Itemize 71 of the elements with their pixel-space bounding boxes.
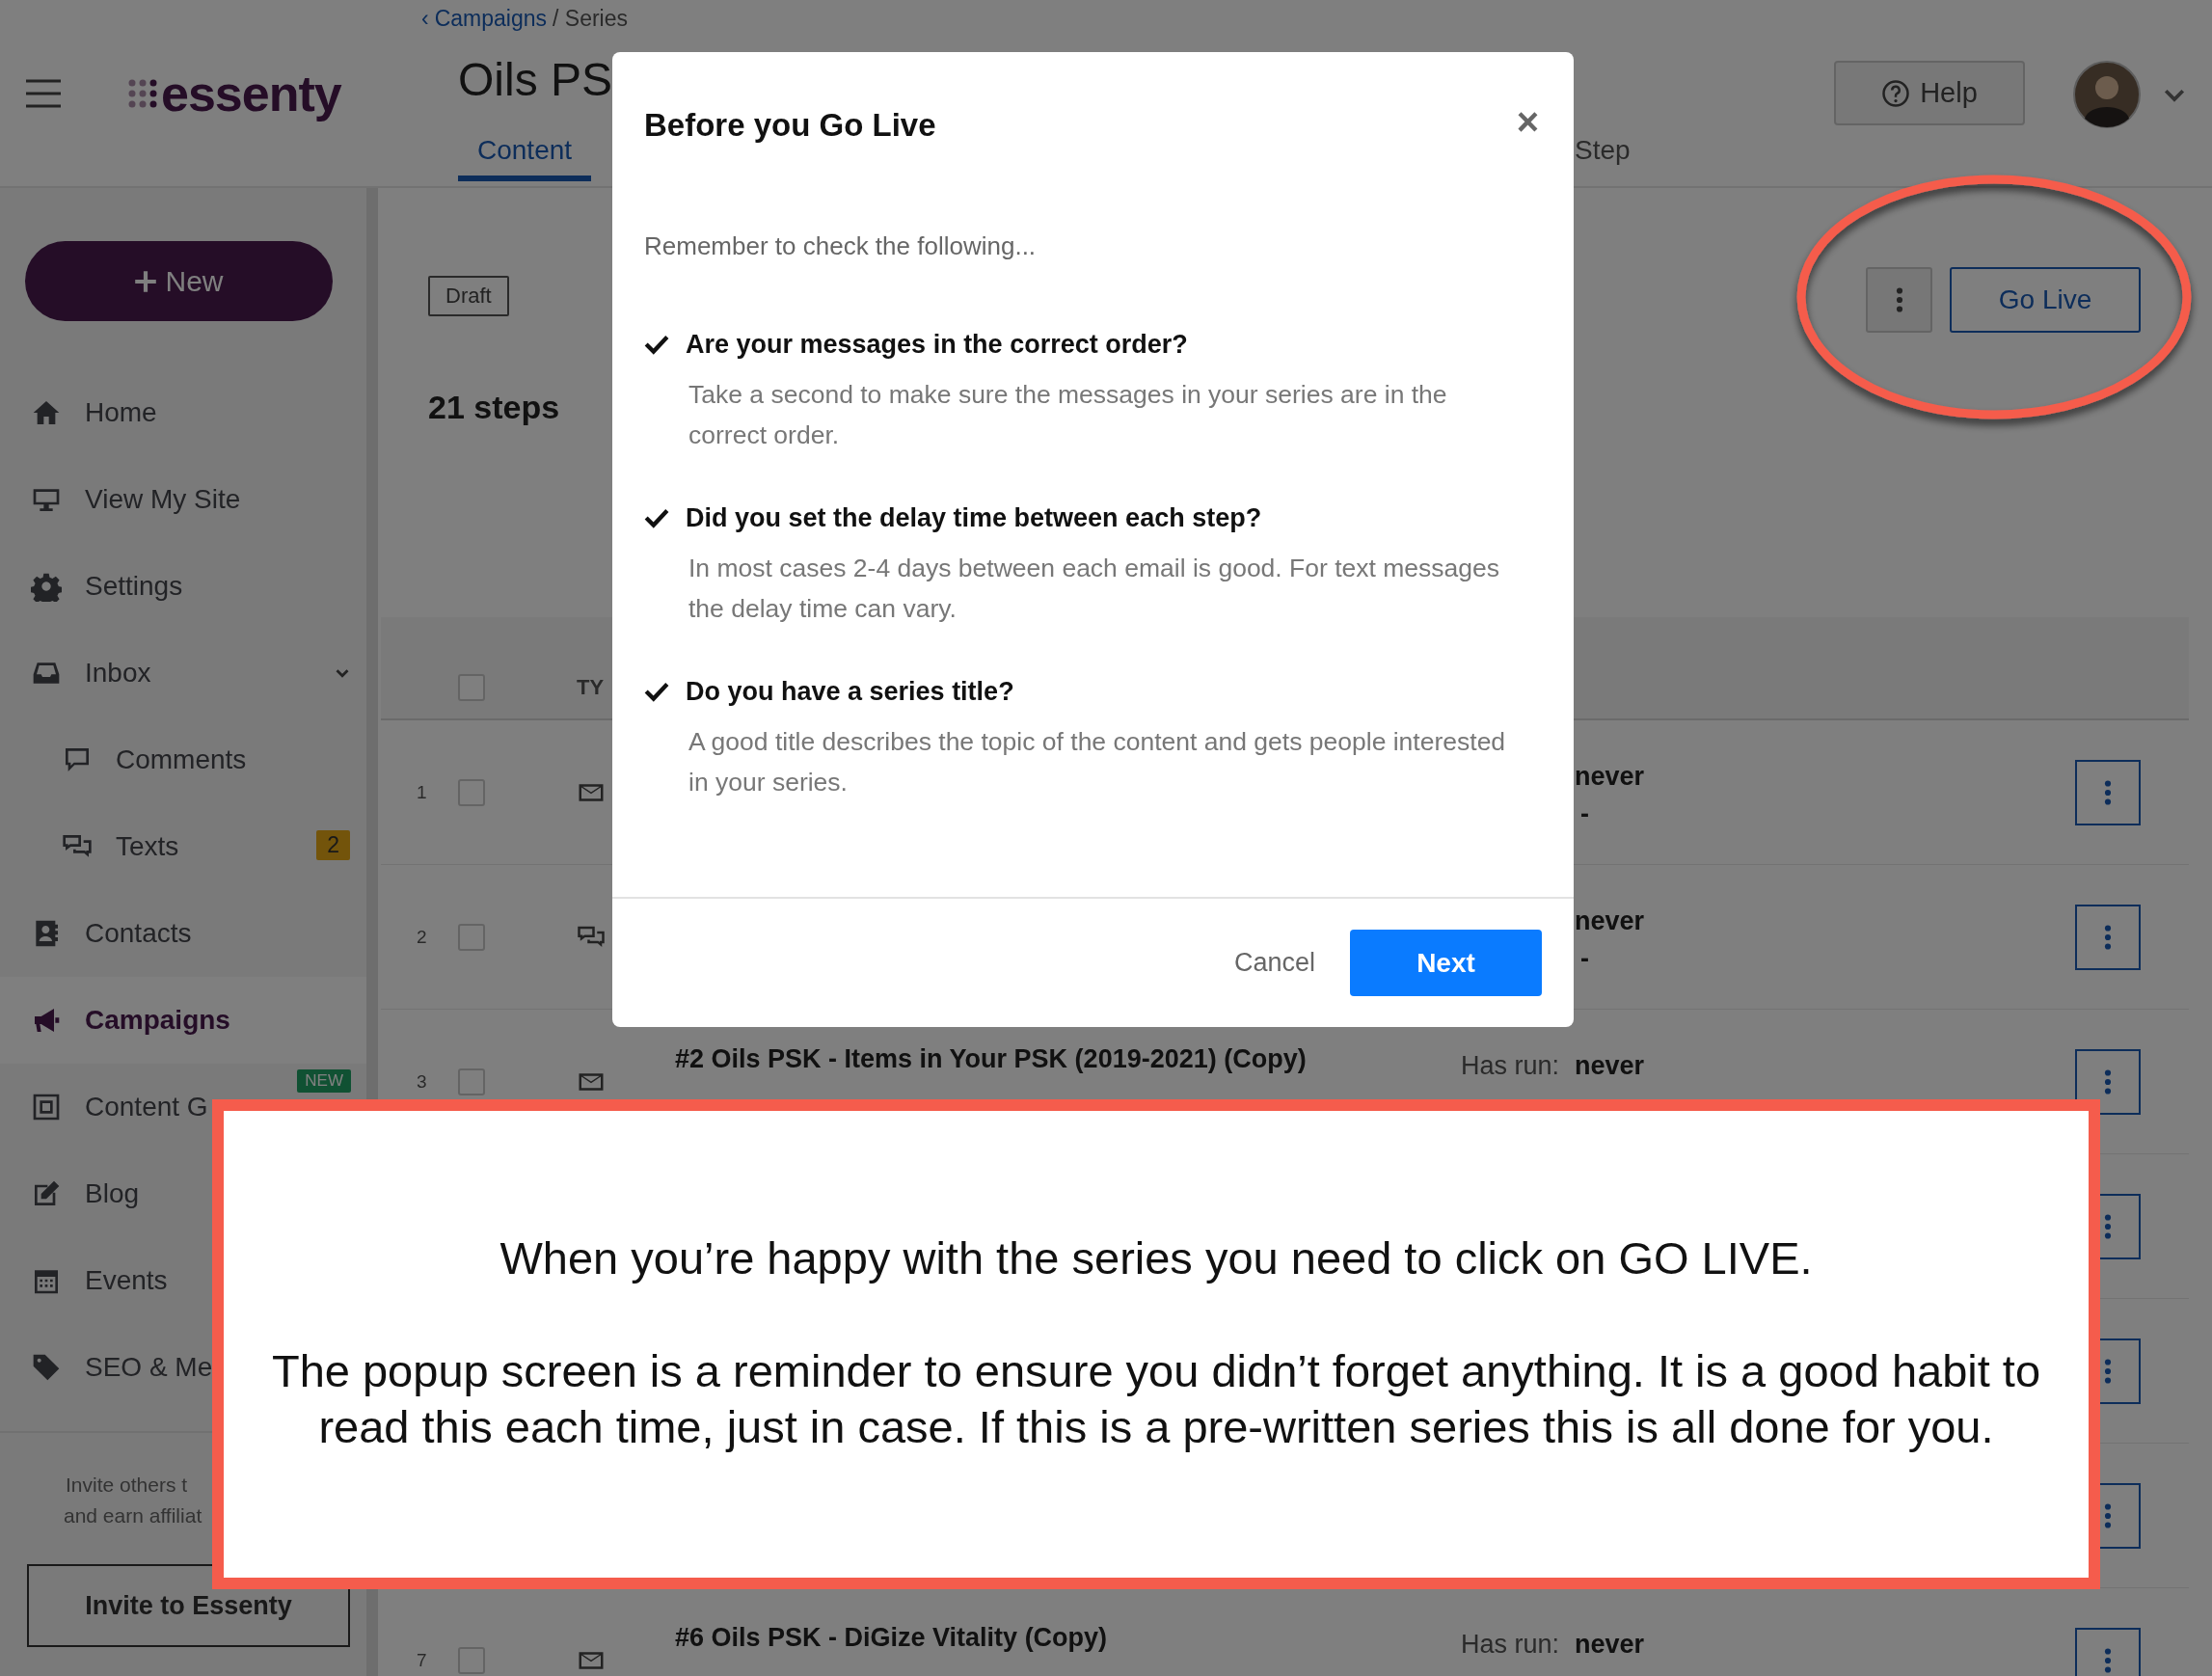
help-button[interactable]: Help bbox=[1834, 61, 2025, 125]
kebab-icon bbox=[2104, 1068, 2112, 1095]
next-button[interactable]: Next bbox=[1350, 930, 1542, 996]
status-tag: Draft bbox=[428, 276, 509, 316]
intro-text: Remember to check the following... bbox=[644, 230, 1038, 262]
invite-text: and earn affiliat bbox=[63, 1503, 203, 1528]
breadcrumb-current: / Series bbox=[553, 6, 628, 32]
run-value: never bbox=[1575, 906, 1645, 936]
checkbox[interactable] bbox=[458, 778, 485, 806]
cancel-button[interactable]: Cancel bbox=[1227, 947, 1321, 979]
gear-icon bbox=[31, 571, 62, 602]
new-button[interactable]: New bbox=[25, 241, 333, 321]
checkbox[interactable] bbox=[458, 1646, 485, 1674]
go-live-button[interactable]: Go Live bbox=[1950, 267, 2141, 333]
kebab-icon bbox=[2104, 779, 2112, 805]
row-number: 3 bbox=[417, 1070, 427, 1092]
step-title[interactable]: #2 Oils PSK - Items in Your PSK (2019-2021) (Copy) bbox=[675, 1044, 1307, 1073]
breadcrumb-link[interactable]: Campaigns bbox=[434, 6, 547, 32]
sidebar-item[interactable]: Settings bbox=[0, 543, 366, 630]
help-icon bbox=[1881, 78, 1911, 108]
avatar[interactable] bbox=[2073, 61, 2141, 128]
logo[interactable]: essenty bbox=[161, 64, 341, 122]
kebab-icon bbox=[2104, 1358, 2112, 1384]
kebab-icon bbox=[2104, 1213, 2112, 1239]
sidebar-item[interactable]: Home bbox=[0, 369, 366, 456]
checklist-description: A good title describes the topic of the content and gets people interested in your series. bbox=[688, 726, 1507, 798]
step-title[interactable]: #6 Oils PSK - DiGize Vitality (Copy) bbox=[675, 1623, 1108, 1652]
column-header: TY bbox=[577, 674, 605, 700]
close-button[interactable]: × bbox=[1516, 102, 1539, 141]
checklist-description: Take a second to make sure the messages in your series are in the correct order. bbox=[688, 379, 1448, 451]
run-value: never bbox=[1575, 1051, 1645, 1081]
kebab-icon bbox=[2104, 924, 2112, 950]
checkbox[interactable] bbox=[458, 1068, 485, 1095]
menu-icon[interactable] bbox=[26, 78, 61, 108]
tab[interactable]: Content bbox=[458, 135, 592, 181]
dot-grid-icon bbox=[128, 78, 157, 108]
checklist-title: Are your messages in the correct order? bbox=[686, 329, 1188, 360]
kebab-icon bbox=[1895, 287, 1903, 312]
sidebar-item[interactable]: Inbox bbox=[0, 630, 366, 716]
plus-icon bbox=[134, 269, 158, 293]
sidebar-item[interactable]: Contacts bbox=[0, 890, 366, 977]
checklist-title: Did you set the delay time between each step? bbox=[686, 502, 1262, 533]
frame-icon bbox=[31, 1092, 62, 1122]
step-count: 21 steps bbox=[428, 389, 560, 426]
sidebar-item[interactable]: Campaigns bbox=[0, 977, 366, 1064]
annotation-text: The popup screen is a reminder to ensure you didn’t forget anything. It is a good habit to read this each time, just in case. If this is a pre-written series this is all done for you. bbox=[270, 1344, 2042, 1454]
next-run-value: - bbox=[1579, 799, 1590, 829]
checklist-title: Do you have a series title? bbox=[686, 676, 1014, 707]
checklist-description: In most cases 2-4 days between each email is good. For text messages the delay time can vary. bbox=[688, 553, 1501, 625]
annotation-heading: When you’re happy with the series you need to click on GO LIVE. bbox=[499, 1231, 1814, 1285]
row-number: 1 bbox=[417, 781, 427, 802]
kebab-icon bbox=[2104, 1502, 2112, 1528]
badge: NEW bbox=[297, 1069, 351, 1093]
count-badge: 2 bbox=[316, 830, 350, 860]
sidebar-item[interactable]: View My Site bbox=[0, 456, 366, 543]
page-title: Oils PS bbox=[458, 53, 614, 106]
checkbox[interactable] bbox=[458, 673, 485, 701]
kebab-icon bbox=[2104, 1647, 2112, 1673]
row-number: 7 bbox=[417, 1649, 427, 1670]
invite-text: Invite others t bbox=[65, 1473, 189, 1498]
sidebar-item[interactable]: Comments bbox=[0, 716, 366, 803]
run-label: Has run: bbox=[1461, 1630, 1560, 1659]
modal-title: Before you Go Live bbox=[644, 106, 936, 145]
tag-icon bbox=[31, 1352, 62, 1383]
sidebar-item[interactable]: Texts 2 bbox=[0, 803, 366, 890]
run-label: Has run: bbox=[1461, 1051, 1560, 1080]
run-value: never bbox=[1575, 1630, 1645, 1660]
row-number: 2 bbox=[417, 926, 427, 947]
checkbox[interactable] bbox=[458, 923, 485, 951]
run-value: never bbox=[1575, 762, 1645, 792]
back-chevron[interactable]: ‹ bbox=[421, 6, 429, 32]
